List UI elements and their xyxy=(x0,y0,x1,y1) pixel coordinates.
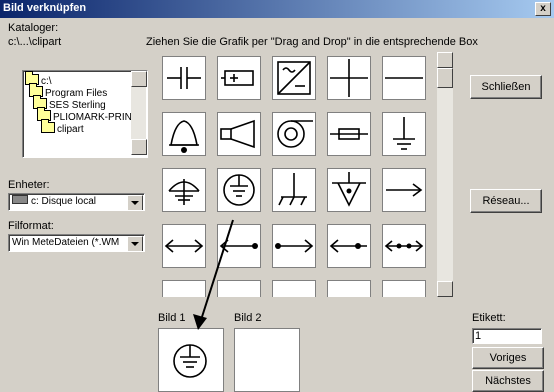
grid-scrollbar[interactable] xyxy=(437,52,453,297)
drive-select[interactable]: c: Disque local xyxy=(8,193,145,211)
catalog-path: c:\...\clipart xyxy=(8,36,62,48)
horizontal-line-icon xyxy=(385,77,423,79)
scroll-thumb[interactable] xyxy=(437,68,453,88)
symbol-cell[interactable] xyxy=(327,168,371,212)
etikett-label: Etikett: xyxy=(472,312,506,324)
bild2-dropbox[interactable] xyxy=(234,328,300,392)
symbol-cell[interactable] xyxy=(327,112,371,156)
fuse-icon xyxy=(330,128,368,140)
arrow-dot-left-icon xyxy=(329,239,367,253)
next-button[interactable]: Nächstes xyxy=(472,370,544,392)
symbol-cell[interactable] xyxy=(382,280,426,297)
close-window-button[interactable]: x xyxy=(535,2,551,16)
symbol-cell[interactable] xyxy=(272,224,316,268)
antenna-ground-icon xyxy=(168,179,200,205)
equipotential-icon xyxy=(332,172,366,207)
instruction-text: Ziehen Sie die Grafik per "Drag and Drop… xyxy=(146,36,478,48)
symbol-cell[interactable] xyxy=(382,112,426,156)
etikett-input[interactable]: 1 xyxy=(472,328,542,344)
dot-arrow-right-icon xyxy=(275,239,314,253)
drive-icon xyxy=(12,195,28,204)
symbol-cell[interactable] xyxy=(382,224,426,268)
protective-earth-icon xyxy=(173,344,207,378)
symbol-cell[interactable] xyxy=(327,56,371,100)
battery-icon xyxy=(221,70,254,86)
symbol-cell[interactable] xyxy=(382,56,426,100)
symbol-cell[interactable] xyxy=(162,112,206,156)
symbol-cell[interactable] xyxy=(272,112,316,156)
directory-tree[interactable]: c:\ Program Files SES Sterling PLIOMARK-… xyxy=(22,70,148,158)
dc-converter-icon xyxy=(277,61,311,95)
units-label: Enheter: xyxy=(8,179,50,191)
bild1-dropbox[interactable] xyxy=(158,328,224,392)
tree-scrollbar[interactable] xyxy=(131,71,147,155)
previous-button[interactable]: Voriges xyxy=(472,347,544,369)
double-arrow-icon xyxy=(164,239,204,253)
horn-icon xyxy=(220,119,255,149)
bild1-label: Bild 1 xyxy=(158,312,186,324)
scroll-up-button[interactable] xyxy=(131,71,147,87)
symbol-cell[interactable] xyxy=(162,224,206,268)
scroll-down-button[interactable] xyxy=(437,281,453,297)
bell-icon xyxy=(169,120,199,153)
symbol-cell[interactable] xyxy=(327,224,371,268)
scroll-down-button[interactable] xyxy=(131,139,147,155)
symbol-cell[interactable] xyxy=(382,168,426,212)
scroll-up-button[interactable] xyxy=(437,52,453,68)
symbol-cell[interactable] xyxy=(217,56,261,100)
symbol-cell[interactable] xyxy=(162,168,206,212)
window-title: Bild verknüpfen xyxy=(3,2,87,14)
symbol-cell[interactable] xyxy=(272,280,316,297)
symbol-cell[interactable] xyxy=(217,224,261,268)
symbol-cell[interactable] xyxy=(162,56,206,100)
capacitor-icon xyxy=(167,67,201,89)
cross-icon xyxy=(330,59,368,97)
catalog-label: Kataloger: xyxy=(8,22,59,34)
frame-ground-icon xyxy=(278,173,307,206)
symbol-cell[interactable] xyxy=(272,56,316,100)
folder-open-icon xyxy=(41,119,55,133)
symbol-cell[interactable] xyxy=(272,168,316,212)
close-button[interactable]: Schließen xyxy=(470,75,542,99)
double-arrow-dots-icon xyxy=(384,240,424,252)
protective-earth-icon xyxy=(223,174,255,206)
format-label: Filformat: xyxy=(8,220,54,232)
symbol-cell[interactable] xyxy=(327,280,371,297)
symbol-cell[interactable] xyxy=(162,280,206,297)
title-bar: Bild verknüpfen x xyxy=(0,0,554,18)
bild2-label: Bild 2 xyxy=(234,312,262,324)
symbol-cell[interactable] xyxy=(217,168,261,212)
siren-icon xyxy=(277,120,313,148)
arrow-right-icon xyxy=(386,183,423,197)
chevron-down-icon[interactable] xyxy=(127,236,143,251)
symbol-grid[interactable] xyxy=(158,52,436,297)
file-format-select[interactable]: Win MeteDateien (*.WM xyxy=(8,234,145,252)
arrow-dot-right-icon xyxy=(219,239,258,253)
ground-icon xyxy=(393,117,415,150)
symbol-cell[interactable] xyxy=(217,280,261,297)
network-button[interactable]: Réseau... xyxy=(470,189,542,213)
chevron-down-icon[interactable] xyxy=(127,195,143,210)
symbol-cell[interactable] xyxy=(217,112,261,156)
tree-item[interactable]: clipart xyxy=(41,119,84,135)
